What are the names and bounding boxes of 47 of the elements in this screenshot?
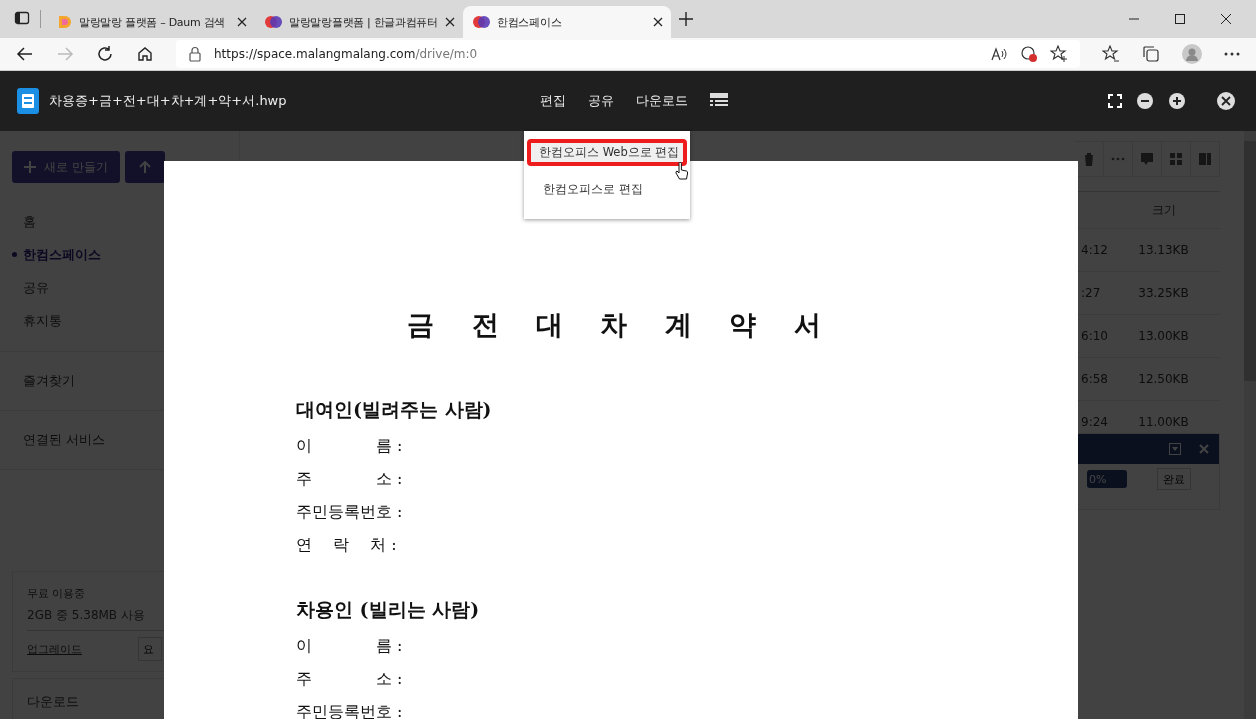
section-heading: 차용인 (빌리는 사람) xyxy=(296,597,481,622)
url-text: https://space.malangmalang.com/drive/m:0 xyxy=(214,47,478,61)
field-label: 이 름 : xyxy=(296,435,404,457)
refresh-icon[interactable] xyxy=(96,45,114,63)
viewer-menu-item[interactable]: 공유 xyxy=(588,92,614,110)
section-heading: 대여인(빌려주는 사람) xyxy=(296,397,493,422)
field-label: 주민등록번호 : xyxy=(296,701,404,719)
field-label: 이 름 : xyxy=(296,635,404,657)
field-label: 주 소 : xyxy=(296,468,404,490)
more-icon[interactable] xyxy=(1224,52,1240,56)
field-label: 주 소 : xyxy=(296,668,404,690)
file-name: 차용증+금+전+대+차+계+약+서.hwp xyxy=(49,92,287,110)
document-title: 금 전 대 차 계 약 서 xyxy=(406,308,836,342)
circles-logo-icon xyxy=(265,15,283,29)
browser-tab[interactable]: 말랑말랑플랫폼 | 한글과컴퓨터 xyxy=(255,6,463,38)
menu-item[interactable]: 한컴오피스 Web으로 편집 xyxy=(527,139,687,166)
close-icon[interactable] xyxy=(1220,13,1232,25)
home-icon[interactable] xyxy=(136,45,154,63)
read-aloud-icon[interactable] xyxy=(990,46,1008,62)
close-icon[interactable] xyxy=(237,17,247,27)
back-icon[interactable] xyxy=(16,45,34,63)
viewer-menu-item[interactable]: 다운로드 xyxy=(636,92,688,110)
list-icon[interactable] xyxy=(710,93,728,109)
collections-icon[interactable] xyxy=(1142,45,1160,63)
close-icon[interactable] xyxy=(653,17,663,27)
address-field[interactable]: https://space.malangmalang.com/drive/m:0 xyxy=(176,40,1080,68)
menu-item[interactable]: 한컴오피스로 편집 xyxy=(527,178,687,207)
zoom-in-icon[interactable] xyxy=(1168,92,1186,110)
colorful-logo-icon xyxy=(57,14,73,30)
favorites-icon[interactable] xyxy=(1102,45,1120,63)
profile-avatar-icon[interactable] xyxy=(1182,44,1202,64)
circles-logo-icon xyxy=(473,15,491,29)
new-tab-icon[interactable] xyxy=(679,12,693,26)
field-label: 주민등록번호 : xyxy=(296,501,404,523)
fullscreen-icon[interactable] xyxy=(1108,94,1122,108)
maximize-icon[interactable] xyxy=(1174,13,1186,25)
browser-tab[interactable]: 말랑말랑 플랫폼 – Daum 검색 xyxy=(47,6,255,38)
document-logo-icon xyxy=(17,88,39,114)
viewer-menu-item[interactable]: 편집 xyxy=(540,92,566,110)
tab-actions-icon[interactable] xyxy=(14,10,30,26)
close-icon[interactable] xyxy=(1216,91,1236,111)
zoom-out-icon[interactable] xyxy=(1136,92,1154,110)
field-label: 연 락 처 : xyxy=(296,534,398,556)
lock-icon xyxy=(188,46,202,62)
add-favorite-icon[interactable] xyxy=(1050,45,1068,63)
browser-tab[interactable]: 한컴스페이스 xyxy=(463,6,671,38)
close-icon[interactable] xyxy=(445,17,455,27)
